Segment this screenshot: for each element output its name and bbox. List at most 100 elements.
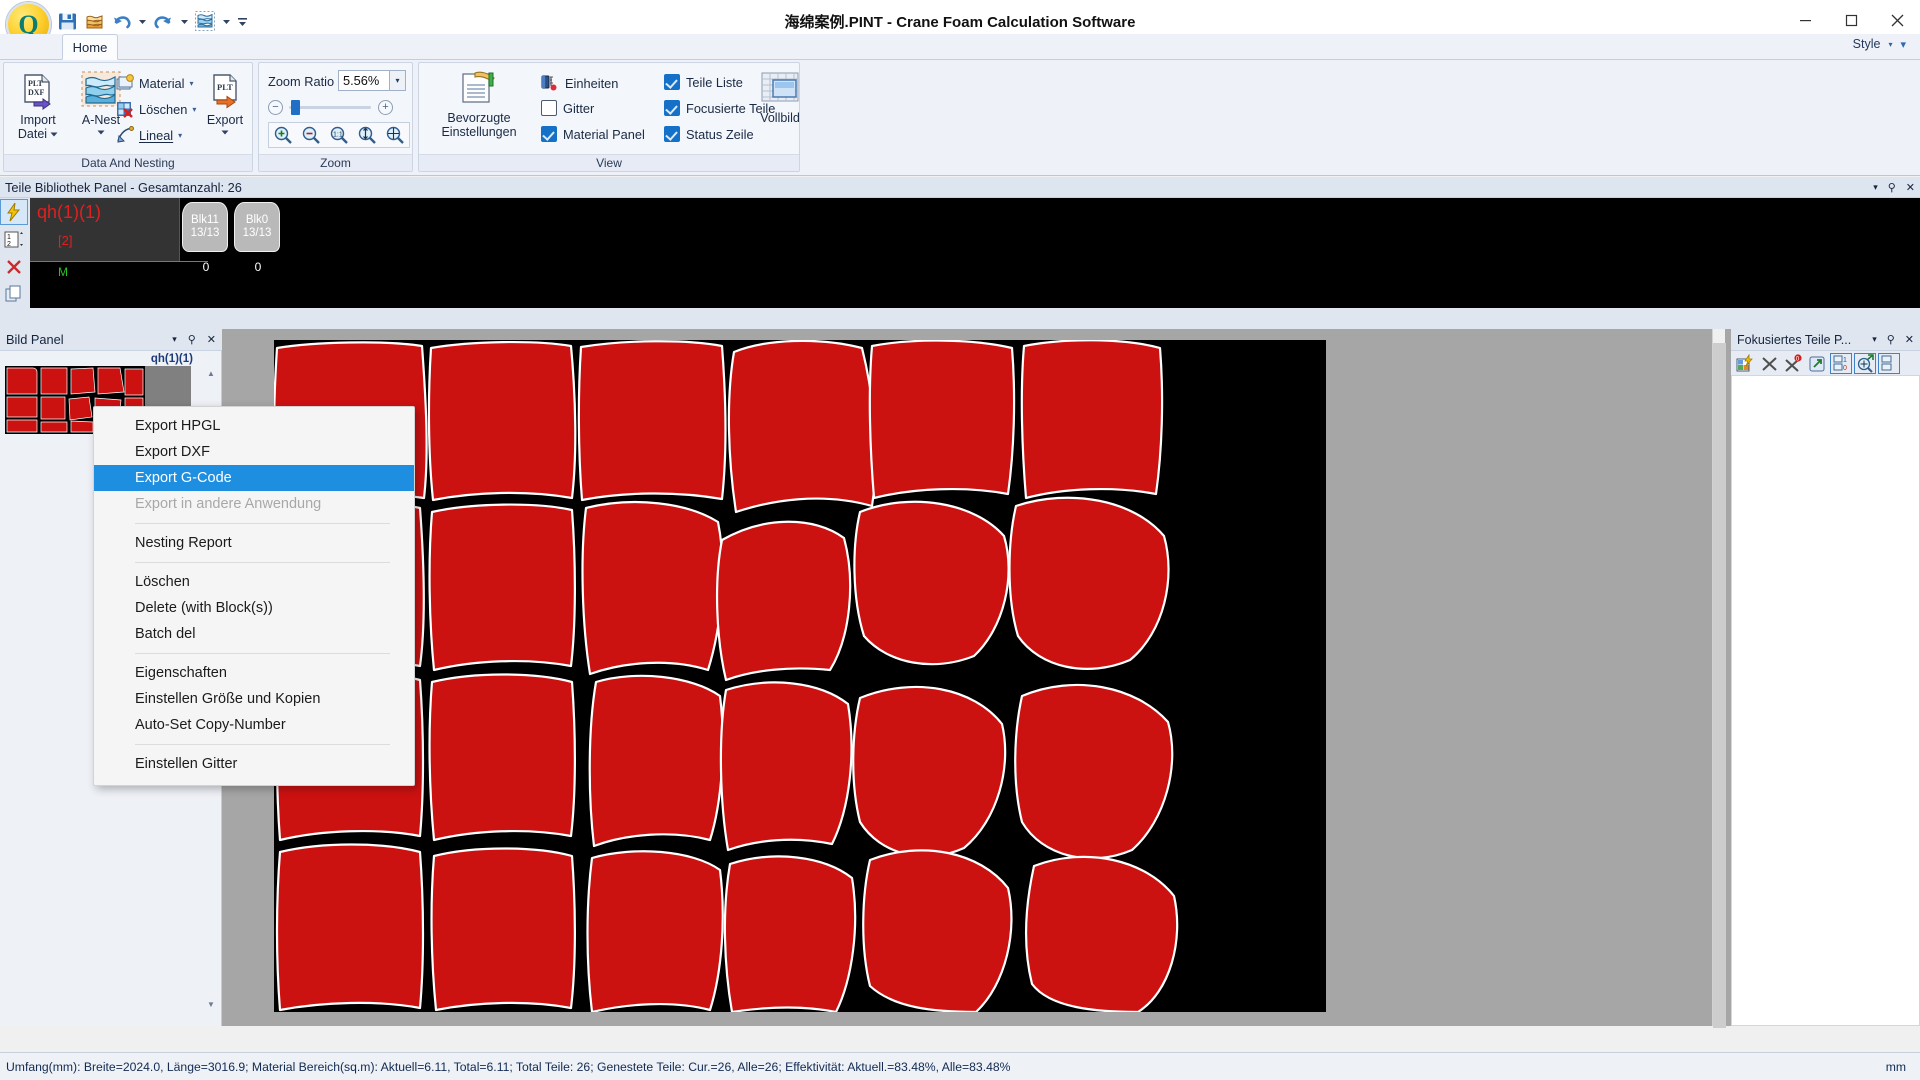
ribbon-group-zoom: Zoom Ratio 5.56% ▾ − + 1:1 Zoom [258,62,413,172]
zoom-decrease-button[interactable]: − [268,100,283,115]
group-label-data-and-nesting: Data And Nesting [4,154,252,171]
menu-batch-del[interactable]: Batch del [94,621,414,647]
material-panel-checkbox[interactable]: Material Panel [541,126,645,142]
vollbild-button[interactable]: Vollbild [749,69,811,125]
group-count-icon[interactable]: 10 [1830,352,1852,374]
vollbild-label: Vollbild [760,111,800,125]
undo-icon[interactable] [110,10,132,32]
svg-text:DXF: DXF [28,88,45,97]
menu-eigenschaften[interactable]: Eigenschaften [94,660,414,686]
lightning-tool-icon[interactable] [0,199,28,225]
focused-parts-title: Fokusiertes Teile P... [1737,332,1852,347]
zoom-increase-button[interactable]: + [378,100,393,115]
chevron-down-icon[interactable]: ▾ [1872,334,1877,345]
zoom-slider-thumb[interactable] [291,100,300,115]
zoom-slider-track[interactable] [289,106,371,109]
style-dropdown-icon[interactable]: ▾ [1888,40,1892,49]
ribbon-tab-strip: Home Style ▾ ▾ [0,34,1920,60]
menu-export-hpgl[interactable]: Export HPGL [94,413,414,439]
close-icon[interactable]: ✕ [1906,181,1915,194]
menu-loeschen[interactable]: Löschen [94,569,414,595]
folder-list-icon[interactable] [1878,352,1900,374]
add-focused-part-icon[interactable] [1734,353,1756,374]
pin-icon[interactable]: ⚲ [1887,333,1895,346]
ribbon-collapse-icon[interactable]: ▾ [1900,38,1906,51]
teile-liste-checkbox[interactable]: Teile Liste [664,74,743,90]
bevorzugte-einstellungen-button[interactable]: Bevorzugte Einstellungen [439,69,519,139]
gitter-checkbox[interactable]: Gitter [541,100,594,116]
block-ratio: 13/13 [190,227,220,239]
style-label[interactable]: Style [1853,37,1881,51]
menu-export-dxf[interactable]: Export DXF [94,439,414,465]
gitter-checkbox-box[interactable] [541,100,557,116]
zoom-fit-height-icon[interactable] [353,123,381,147]
menu-einstellen-gitter[interactable]: Einstellen Gitter [94,751,414,777]
zoom-out-icon[interactable] [297,123,325,147]
zoom-to-focused-icon[interactable] [1854,352,1876,374]
copy-tool-icon[interactable] [0,282,28,308]
material-dropdown-icon[interactable]: ▾ [190,79,194,88]
material-label: Material [139,75,185,91]
redo-dropdown-icon[interactable] [179,10,189,32]
menu-delete-with-blocks[interactable]: Delete (with Block(s)) [94,595,414,621]
auto-nest-dropdown-icon[interactable] [221,10,231,32]
undo-dropdown-icon[interactable] [137,10,147,32]
export-button[interactable]: PLT Export [194,71,256,136]
nesting-canvas-area[interactable] [222,329,1731,1028]
block-chip[interactable]: Blk0 13/13 [234,202,282,254]
scroll-up-icon[interactable]: ▲ [204,366,218,380]
delete-tool-icon[interactable] [0,255,28,281]
menu-separator-3 [135,653,390,654]
import-datei-button[interactable]: PLT DXF Import Datei [7,71,69,141]
open-folder-icon[interactable] [1806,353,1828,374]
lineal-dropdown-icon[interactable]: ▾ [178,131,182,140]
einheiten-checkbox[interactable]: Einheiten [541,74,618,92]
remove-focused-part-icon[interactable] [1758,353,1780,374]
chevron-down-icon[interactable]: ▾ [172,334,177,345]
clear-focused-parts-icon[interactable]: 0 [1782,353,1804,374]
chevron-down-icon[interactable]: ▾ [1873,182,1878,193]
parts-library-canvas[interactable]: qh(1)(1) [2] M Blk11 13/13 0 Blk0 13/13 … [30,198,1920,308]
auto-nest-icon[interactable] [194,10,216,32]
zoom-fit-all-icon[interactable] [381,123,409,147]
loeschen-button[interactable]: Löschen ▾ [116,100,196,118]
menu-export-gcode[interactable]: Export G-Code [94,465,414,491]
nesting-sheet[interactable] [273,339,1326,1014]
menu-auto-set-copy-number[interactable]: Auto-Set Copy-Number [94,712,414,738]
menu-einstellen-groesse[interactable]: Einstellen Größe und Kopien [94,686,414,712]
zoom-in-icon[interactable] [269,123,297,147]
block-shape: Blk11 13/13 [182,202,228,252]
nest-icon[interactable] [83,10,105,32]
lineal-button[interactable]: Lineal ▾ [116,126,182,144]
material-panel-checkbox-box[interactable] [541,126,557,142]
teile-liste-checkbox-box[interactable] [664,74,680,90]
tab-home[interactable]: Home [62,34,118,60]
block-count: 0 [254,260,262,274]
focusierte-teile-checkbox-box[interactable] [664,100,680,116]
material-button[interactable]: Material ▾ [116,74,194,92]
canvas-vertical-scrollbar[interactable] [1712,329,1726,1028]
menu-nesting-report[interactable]: Nesting Report [94,530,414,556]
gitter-label: Gitter [563,100,595,116]
block-chip[interactable]: Blk11 13/13 [182,202,230,254]
qat-overflow-icon[interactable] [236,10,248,32]
close-icon[interactable]: ✕ [207,333,216,346]
scroll-down-icon[interactable]: ▼ [204,997,218,1011]
close-icon[interactable]: ✕ [1905,333,1914,346]
einheiten-label: Einheiten [565,75,619,91]
block-name: Blk11 [191,213,219,226]
redo-icon[interactable] [152,10,174,32]
bevorzugte-label-1: Bevorzugte [447,111,511,125]
pin-icon[interactable]: ⚲ [188,333,196,346]
zoom-actual-size-icon[interactable]: 1:1 [325,123,353,147]
focused-parts-list[interactable] [1731,375,1920,1026]
part-cell[interactable]: qh(1)(1) [2] [30,198,180,261]
save-icon[interactable] [56,10,78,32]
canvas-scrollbar-thumb[interactable] [1713,343,1726,1028]
status-zeile-checkbox-box[interactable] [664,126,680,142]
pin-icon[interactable]: ⚲ [1888,181,1896,194]
status-zeile-checkbox[interactable]: Status Zeile [664,126,754,142]
preferences-icon [459,69,499,109]
zoom-ratio-dropdown-icon[interactable]: ▾ [389,70,406,91]
number-order-tool-icon[interactable]: 12 [0,227,28,253]
